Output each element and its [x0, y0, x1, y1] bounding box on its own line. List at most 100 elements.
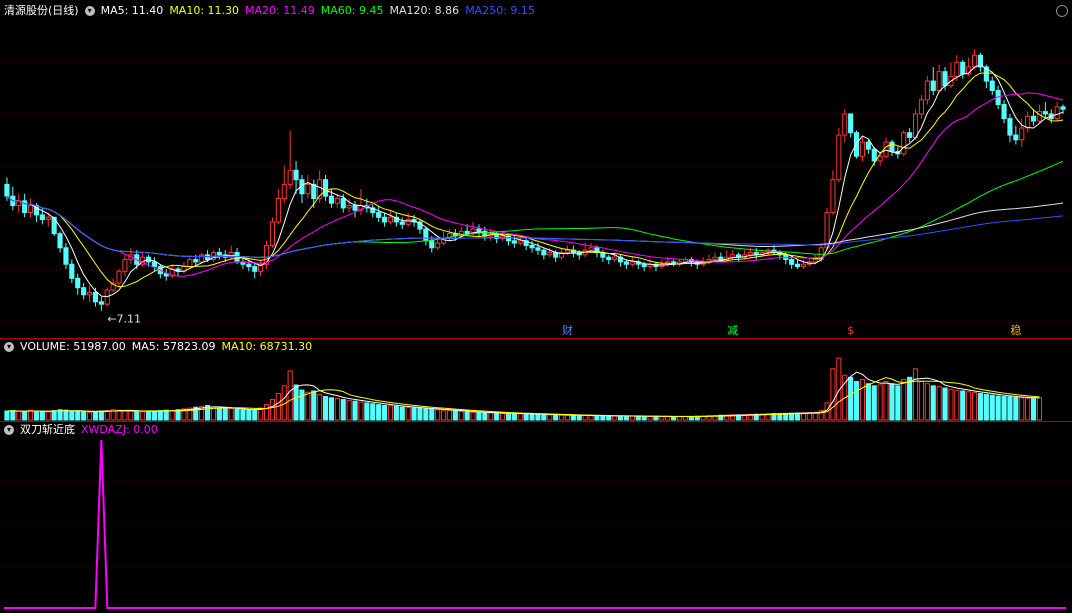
volume-bar — [1019, 397, 1025, 421]
candle — [511, 240, 517, 244]
candle — [63, 247, 69, 265]
volume-bar — [216, 407, 222, 421]
candle — [629, 261, 635, 265]
candle — [747, 252, 753, 256]
candle — [116, 270, 122, 284]
candle — [912, 113, 919, 138]
candle — [246, 263, 252, 268]
low-price-label: ←7.11 — [107, 313, 141, 326]
candle — [918, 99, 925, 115]
volume-bar — [376, 404, 382, 421]
candle — [529, 244, 535, 249]
volume-bar — [151, 410, 158, 421]
candle — [730, 254, 736, 258]
volume-bar — [163, 409, 169, 421]
candle — [204, 254, 211, 261]
volume-bar — [39, 410, 45, 421]
candle — [830, 179, 836, 214]
volume-bar — [482, 412, 488, 421]
volume-bar — [971, 392, 978, 421]
price-chart: ←7.11←12.68财减$稳 — [0, 49, 1072, 337]
volume-bar — [494, 412, 500, 421]
volume-bar — [399, 406, 405, 421]
price-pane[interactable]: 清源股份(日线) ▾ MA5: 11.40 MA10: 11.30 MA20: … — [0, 0, 1072, 338]
volume-bar — [16, 410, 22, 421]
volume-bar — [676, 416, 683, 421]
volume-bar — [671, 416, 677, 421]
candle — [322, 179, 329, 197]
candle — [789, 259, 795, 265]
candle — [429, 240, 435, 249]
volume-bar — [523, 413, 529, 421]
volume-bar — [859, 378, 866, 421]
volume-bar — [311, 390, 317, 421]
volume-bar — [535, 413, 541, 421]
indicator-pane[interactable]: ▾ 双刀斩近底 XWDAZJ: 0.00 — [0, 422, 1072, 613]
volume-bar — [977, 393, 984, 421]
volume-bar — [582, 415, 588, 421]
volume-bar — [682, 416, 689, 421]
volume-bar — [33, 410, 40, 421]
candle — [4, 183, 10, 197]
volume-bar — [328, 397, 335, 421]
candle — [334, 197, 340, 204]
volume-bar — [995, 395, 1001, 421]
ma5-line — [6, 64, 1064, 298]
candle — [588, 247, 594, 251]
volume-bar — [346, 399, 352, 421]
volume-bar — [322, 396, 329, 421]
volume-bar — [246, 409, 252, 421]
candle — [193, 259, 199, 263]
candle — [1007, 118, 1013, 136]
volume-bar — [600, 415, 606, 421]
ma250-line — [6, 195, 1064, 258]
volume-bar — [240, 409, 246, 421]
volume-bar — [1007, 396, 1013, 421]
volume-bar — [4, 410, 10, 421]
candle — [234, 252, 240, 263]
candle — [122, 259, 128, 272]
volume-bar — [488, 412, 494, 421]
candle — [606, 256, 612, 261]
volume-bar — [464, 411, 470, 421]
ma20-line — [6, 92, 1064, 277]
candle — [535, 247, 541, 251]
volume-bar — [287, 370, 293, 421]
volume-bar — [865, 383, 871, 421]
candle — [75, 277, 81, 289]
volume-bar — [411, 407, 417, 421]
volume-bar — [547, 414, 553, 421]
volume-bar — [558, 414, 565, 421]
volume-bar — [446, 410, 453, 421]
volume-bar — [647, 415, 653, 421]
candle — [81, 287, 87, 296]
volume-bar — [263, 404, 270, 421]
candle — [623, 261, 630, 265]
candle — [293, 169, 299, 181]
candle — [1001, 104, 1007, 120]
volume-bar — [429, 408, 435, 421]
volume-bar — [889, 383, 895, 421]
candle — [381, 216, 388, 223]
candle — [98, 301, 104, 305]
candle — [800, 263, 807, 268]
candle — [836, 134, 842, 181]
volume-bar — [98, 410, 104, 421]
candle — [275, 197, 281, 223]
candle — [199, 254, 205, 263]
volume-bar — [140, 411, 146, 421]
volume-bar — [81, 411, 87, 421]
volume-bar — [966, 391, 972, 421]
volume-bar — [440, 409, 447, 421]
candle — [1013, 134, 1019, 141]
volume-bar — [653, 415, 659, 421]
volume-bar — [417, 407, 423, 421]
volume-pane[interactable]: ▾ VOLUME: 51987.00 MA5: 57823.09 MA10: 6… — [0, 339, 1072, 421]
volume-bar — [517, 413, 523, 421]
volume-bar — [116, 409, 122, 421]
indicator-chart — [0, 439, 1072, 609]
volume-bar — [92, 410, 99, 421]
volume-bar — [458, 410, 464, 421]
volume-bar — [930, 385, 936, 421]
volume-bar — [594, 415, 600, 421]
